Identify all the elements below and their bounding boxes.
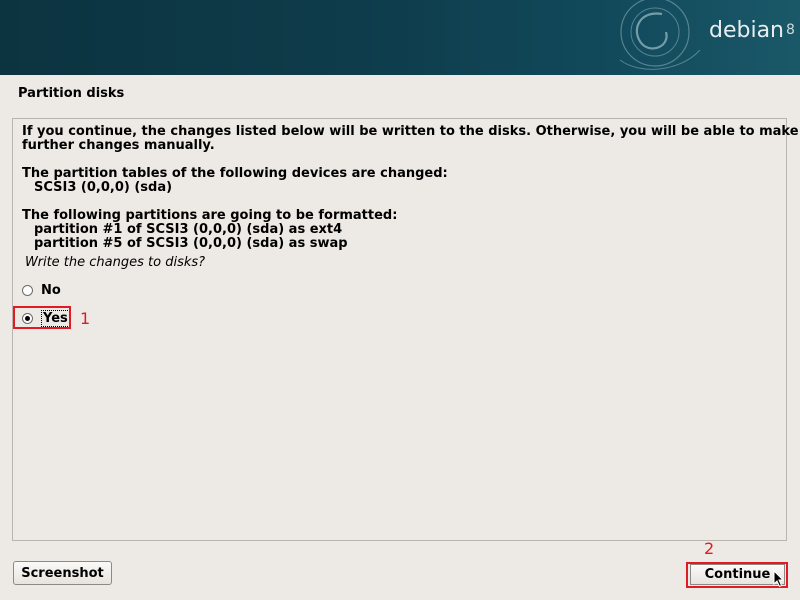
screenshot-button[interactable]: Screenshot (13, 561, 112, 585)
mouse-cursor-icon (773, 570, 785, 588)
debian-banner: debian 8 (0, 0, 800, 75)
radio-no[interactable] (22, 284, 33, 296)
page-title: Partition disks (18, 86, 125, 101)
intro-line-1: If you continue, the changes listed belo… (22, 124, 799, 139)
radio-option-no[interactable]: No (22, 280, 61, 300)
format-partition-2: partition #5 of SCSI3 (0,0,0) (sda) as s… (34, 236, 348, 251)
annotation-number-1: 1 (80, 309, 91, 328)
radio-no-label[interactable]: No (41, 283, 61, 298)
intro-text: If you continue, the changes listed belo… (22, 125, 799, 153)
annotation-number-2: 2 (704, 539, 715, 558)
write-changes-question: Write the changes to disks? (25, 255, 206, 270)
changed-device: SCSI3 (0,0,0) (sda) (34, 180, 173, 195)
brand-version: 8 (786, 22, 795, 38)
tables-section: The partition tables of the following de… (22, 167, 448, 195)
debian-logo-text: debian 8 (709, 18, 795, 43)
brand-name: debian (709, 18, 785, 43)
tables-heading: The partition tables of the following de… (22, 166, 448, 181)
format-section: The following partitions are going to be… (22, 209, 397, 251)
format-partition-1: partition #1 of SCSI3 (0,0,0) (sda) as e… (34, 222, 343, 237)
annotation-box-yes (13, 306, 71, 329)
intro-line-2: further changes manually. (22, 138, 215, 153)
content-panel: If you continue, the changes listed belo… (12, 118, 799, 541)
format-heading: The following partitions are going to be… (22, 208, 398, 223)
